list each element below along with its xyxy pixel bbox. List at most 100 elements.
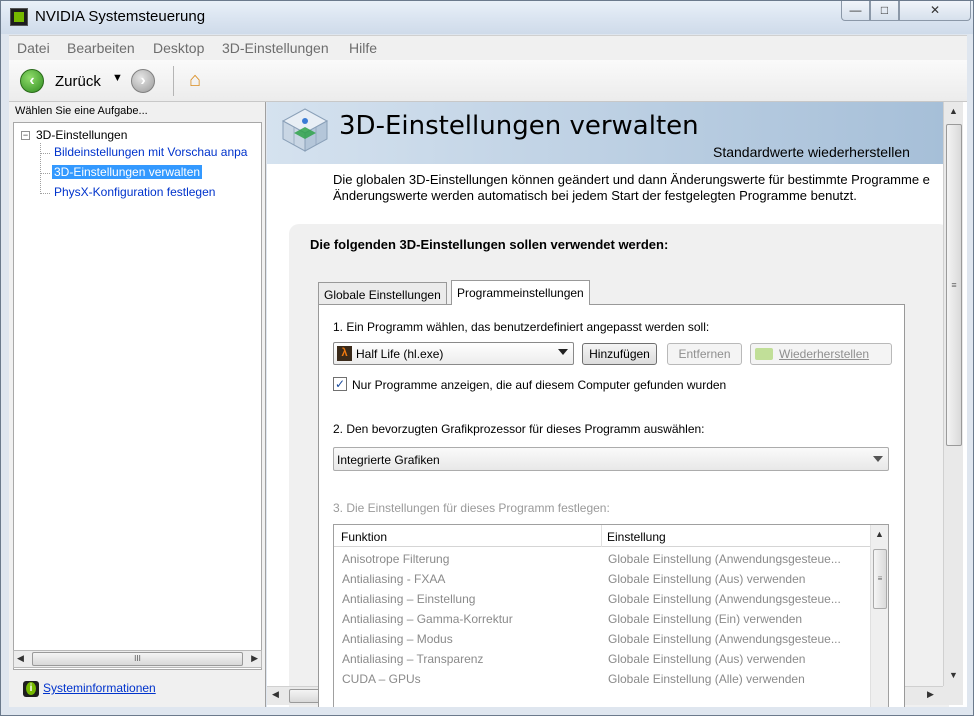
scrollbar-corner	[943, 686, 963, 705]
tree-item-3d-einstellungen-verwalten[interactable]: 3D-Einstellungen verwalten	[52, 165, 203, 179]
nvidia-app-icon	[10, 8, 28, 26]
scroll-down-icon[interactable]: ▼	[949, 670, 958, 680]
page-title: 3D-Einstellungen verwalten	[339, 111, 699, 141]
3d-cube-icon	[281, 108, 329, 152]
column-header-function[interactable]: Funktion	[341, 530, 387, 544]
scrollbar-thumb[interactable]: III	[32, 652, 243, 666]
tab-global-settings[interactable]: Globale Einstellungen	[318, 282, 447, 304]
table-cell-setting[interactable]: Globale Einstellung (Ein) verwenden	[608, 612, 802, 626]
chevron-down-icon	[873, 456, 883, 462]
nvidia-restore-icon	[755, 348, 773, 360]
only-installed-programs-label[interactable]: Nur Programme anzeigen, die auf diesem C…	[352, 378, 726, 392]
minimize-button[interactable]: —	[841, 1, 870, 21]
only-installed-programs-checkbox[interactable]: ✓	[333, 377, 347, 391]
maximize-button[interactable]: □	[870, 1, 899, 21]
info-icon	[23, 681, 39, 697]
scroll-left-icon[interactable]: ◀	[17, 653, 24, 664]
scrollbar-thumb[interactable]: ≡	[946, 124, 962, 446]
arrow-right-icon[interactable]: ›	[131, 69, 155, 93]
table-cell-function: Antialiasing – Transparenz	[342, 652, 484, 666]
close-button[interactable]: ✕	[899, 1, 971, 21]
program-settings-tab-body: 1. Ein Programm wählen, das benutzerdefi…	[318, 304, 905, 707]
scroll-right-icon[interactable]: ▶	[927, 689, 934, 700]
settings-heading: Die folgenden 3D-Einstellungen sollen ve…	[310, 237, 669, 252]
main-content: 3D-Einstellungen verwalten Standardwerte…	[267, 102, 967, 707]
table-row[interactable]: Antialiasing – Transparenz Globale Einste…	[334, 649, 871, 669]
sidebar-horizontal-scrollbar[interactable]: ◀ III ▶	[13, 650, 262, 668]
restore-defaults-link[interactable]: Standardwerte wiederherstellen	[713, 144, 910, 160]
scroll-right-icon[interactable]: ▶	[251, 653, 258, 664]
back-button-label[interactable]: Zurück	[55, 73, 101, 90]
tab-program-settings[interactable]: Programmeinstellungen	[451, 280, 590, 305]
tree-item-physx-konfiguration[interactable]: PhysX-Konfiguration festlegen	[52, 185, 217, 199]
table-cell-function: Antialiasing – Modus	[342, 632, 453, 646]
table-vertical-scrollbar[interactable]: ▲ ≡	[870, 525, 888, 707]
restore-button-label: Wiederherstellen	[779, 347, 870, 361]
system-info-label[interactable]: Systeminformationen	[43, 681, 156, 695]
restore-program-button[interactable]: Wiederherstellen	[750, 343, 892, 365]
title-bar[interactable]: NVIDIA Systemsteuerung — □ ✕	[1, 1, 973, 34]
add-program-button[interactable]: Hinzufügen	[582, 343, 657, 365]
table-cell-setting[interactable]: Globale Einstellung (Aus) verwenden	[608, 572, 805, 586]
table-row[interactable]: Anisotrope Filterung Globale Einstellung …	[334, 549, 871, 569]
table-cell-function: Antialiasing – Einstellung	[342, 592, 476, 606]
table-cell-function: Anisotrope Filterung	[342, 552, 450, 566]
arrow-left-icon[interactable]: ‹	[20, 69, 44, 93]
program-dropdown[interactable]: λ Half Life (hl.exe)	[333, 342, 574, 365]
table-cell-function: CUDA – GPUs	[342, 672, 421, 686]
step3-label: 3. Die Einstellungen für dieses Programm…	[333, 501, 610, 515]
column-header-setting[interactable]: Einstellung	[607, 530, 666, 544]
gpu-dropdown[interactable]: Integrierte Grafiken	[333, 447, 889, 471]
table-cell-setting[interactable]: Globale Einstellung (Anwendungsgesteue..…	[608, 592, 841, 606]
column-divider[interactable]	[601, 525, 602, 547]
tree-item-bildeinstellungen[interactable]: Bildeinstellungen mit Vorschau anpa	[52, 145, 249, 159]
remove-program-button[interactable]: Entfernen	[667, 343, 742, 365]
page-header: 3D-Einstellungen verwalten Standardwerte…	[267, 102, 943, 164]
description-line: Änderungswerte werden automatisch bei je…	[333, 188, 857, 203]
system-info-link[interactable]: Systeminformationen	[23, 681, 156, 697]
task-prompt: Wählen Sie eine Aufgabe...	[15, 105, 148, 117]
table-cell-function: Antialiasing – Gamma-Korrektur	[342, 612, 513, 626]
table-cell-setting[interactable]: Globale Einstellung (Aus) verwenden	[608, 652, 805, 666]
collapse-icon[interactable]: −	[21, 131, 30, 140]
table-row[interactable]: CUDA – GPUs Globale Einstellung (Alle) ve…	[334, 669, 871, 689]
table-header: Funktion Einstellung	[334, 525, 871, 547]
half-life-icon: λ	[337, 346, 352, 361]
app-window: NVIDIA Systemsteuerung — □ ✕ Datei Bearb…	[0, 0, 974, 716]
menu-bar: Datei Bearbeiten Desktop 3D-Einstellunge…	[9, 35, 967, 60]
program-dropdown-value: Half Life (hl.exe)	[356, 347, 444, 361]
window-title: NVIDIA Systemsteuerung	[35, 8, 206, 25]
task-sidebar: Wählen Sie eine Aufgabe... − 3D-Einstell…	[9, 102, 266, 707]
scroll-up-icon[interactable]: ▲	[949, 106, 958, 116]
table-row[interactable]: Antialiasing – Modus Globale Einstellung …	[334, 629, 871, 649]
task-tree: − 3D-Einstellungen Bildeinstellungen mit…	[13, 122, 262, 670]
table-row[interactable]: Antialiasing - FXAA Globale Einstellung (…	[334, 569, 871, 589]
scroll-left-icon[interactable]: ◀	[272, 689, 279, 700]
menu-desktop[interactable]: Desktop	[153, 40, 204, 56]
back-history-dropdown-icon[interactable]: ▼	[112, 72, 123, 84]
table-row[interactable]: Antialiasing – Gamma-Korrektur Globale Ei…	[334, 609, 871, 629]
table-cell-setting[interactable]: Globale Einstellung (Anwendungsgesteue..…	[608, 552, 841, 566]
table-cell-function: Antialiasing - FXAA	[342, 572, 446, 586]
description-line: Die globalen 3D-Einstellungen können geä…	[333, 172, 930, 187]
home-icon[interactable]: ⌂	[182, 68, 208, 92]
step2-label: 2. Den bevorzugten Grafikprozessor für d…	[333, 422, 705, 436]
table-row[interactable]: Antialiasing – Einstellung Globale Einste…	[334, 589, 871, 609]
page-description: Die globalen 3D-Einstellungen können geä…	[333, 172, 930, 204]
scrollbar-thumb[interactable]: ≡	[873, 549, 887, 609]
toolbar: ‹ Zurück ▼ › ⌂	[9, 60, 967, 102]
tree-item-3d-einstellungen[interactable]: 3D-Einstellungen	[36, 128, 127, 142]
gpu-dropdown-value: Integrierte Grafiken	[337, 453, 440, 467]
menu-bearbeiten[interactable]: Bearbeiten	[67, 40, 135, 56]
menu-hilfe[interactable]: Hilfe	[349, 40, 377, 56]
chevron-down-icon	[558, 349, 568, 355]
toolbar-separator	[173, 66, 174, 96]
table-cell-setting[interactable]: Globale Einstellung (Anwendungsgesteue..…	[608, 632, 841, 646]
menu-datei[interactable]: Datei	[17, 40, 50, 56]
step1-label: 1. Ein Programm wählen, das benutzerdefi…	[333, 320, 710, 334]
features-table: Funktion Einstellung Anisotrope Filterun…	[333, 524, 889, 707]
menu-3d-einstellungen[interactable]: 3D-Einstellungen	[222, 40, 329, 56]
scroll-up-icon[interactable]: ▲	[875, 529, 884, 539]
content-vertical-scrollbar[interactable]: ▲ ≡ ▼	[943, 102, 963, 690]
table-cell-setting[interactable]: Globale Einstellung (Alle) verwenden	[608, 672, 805, 686]
